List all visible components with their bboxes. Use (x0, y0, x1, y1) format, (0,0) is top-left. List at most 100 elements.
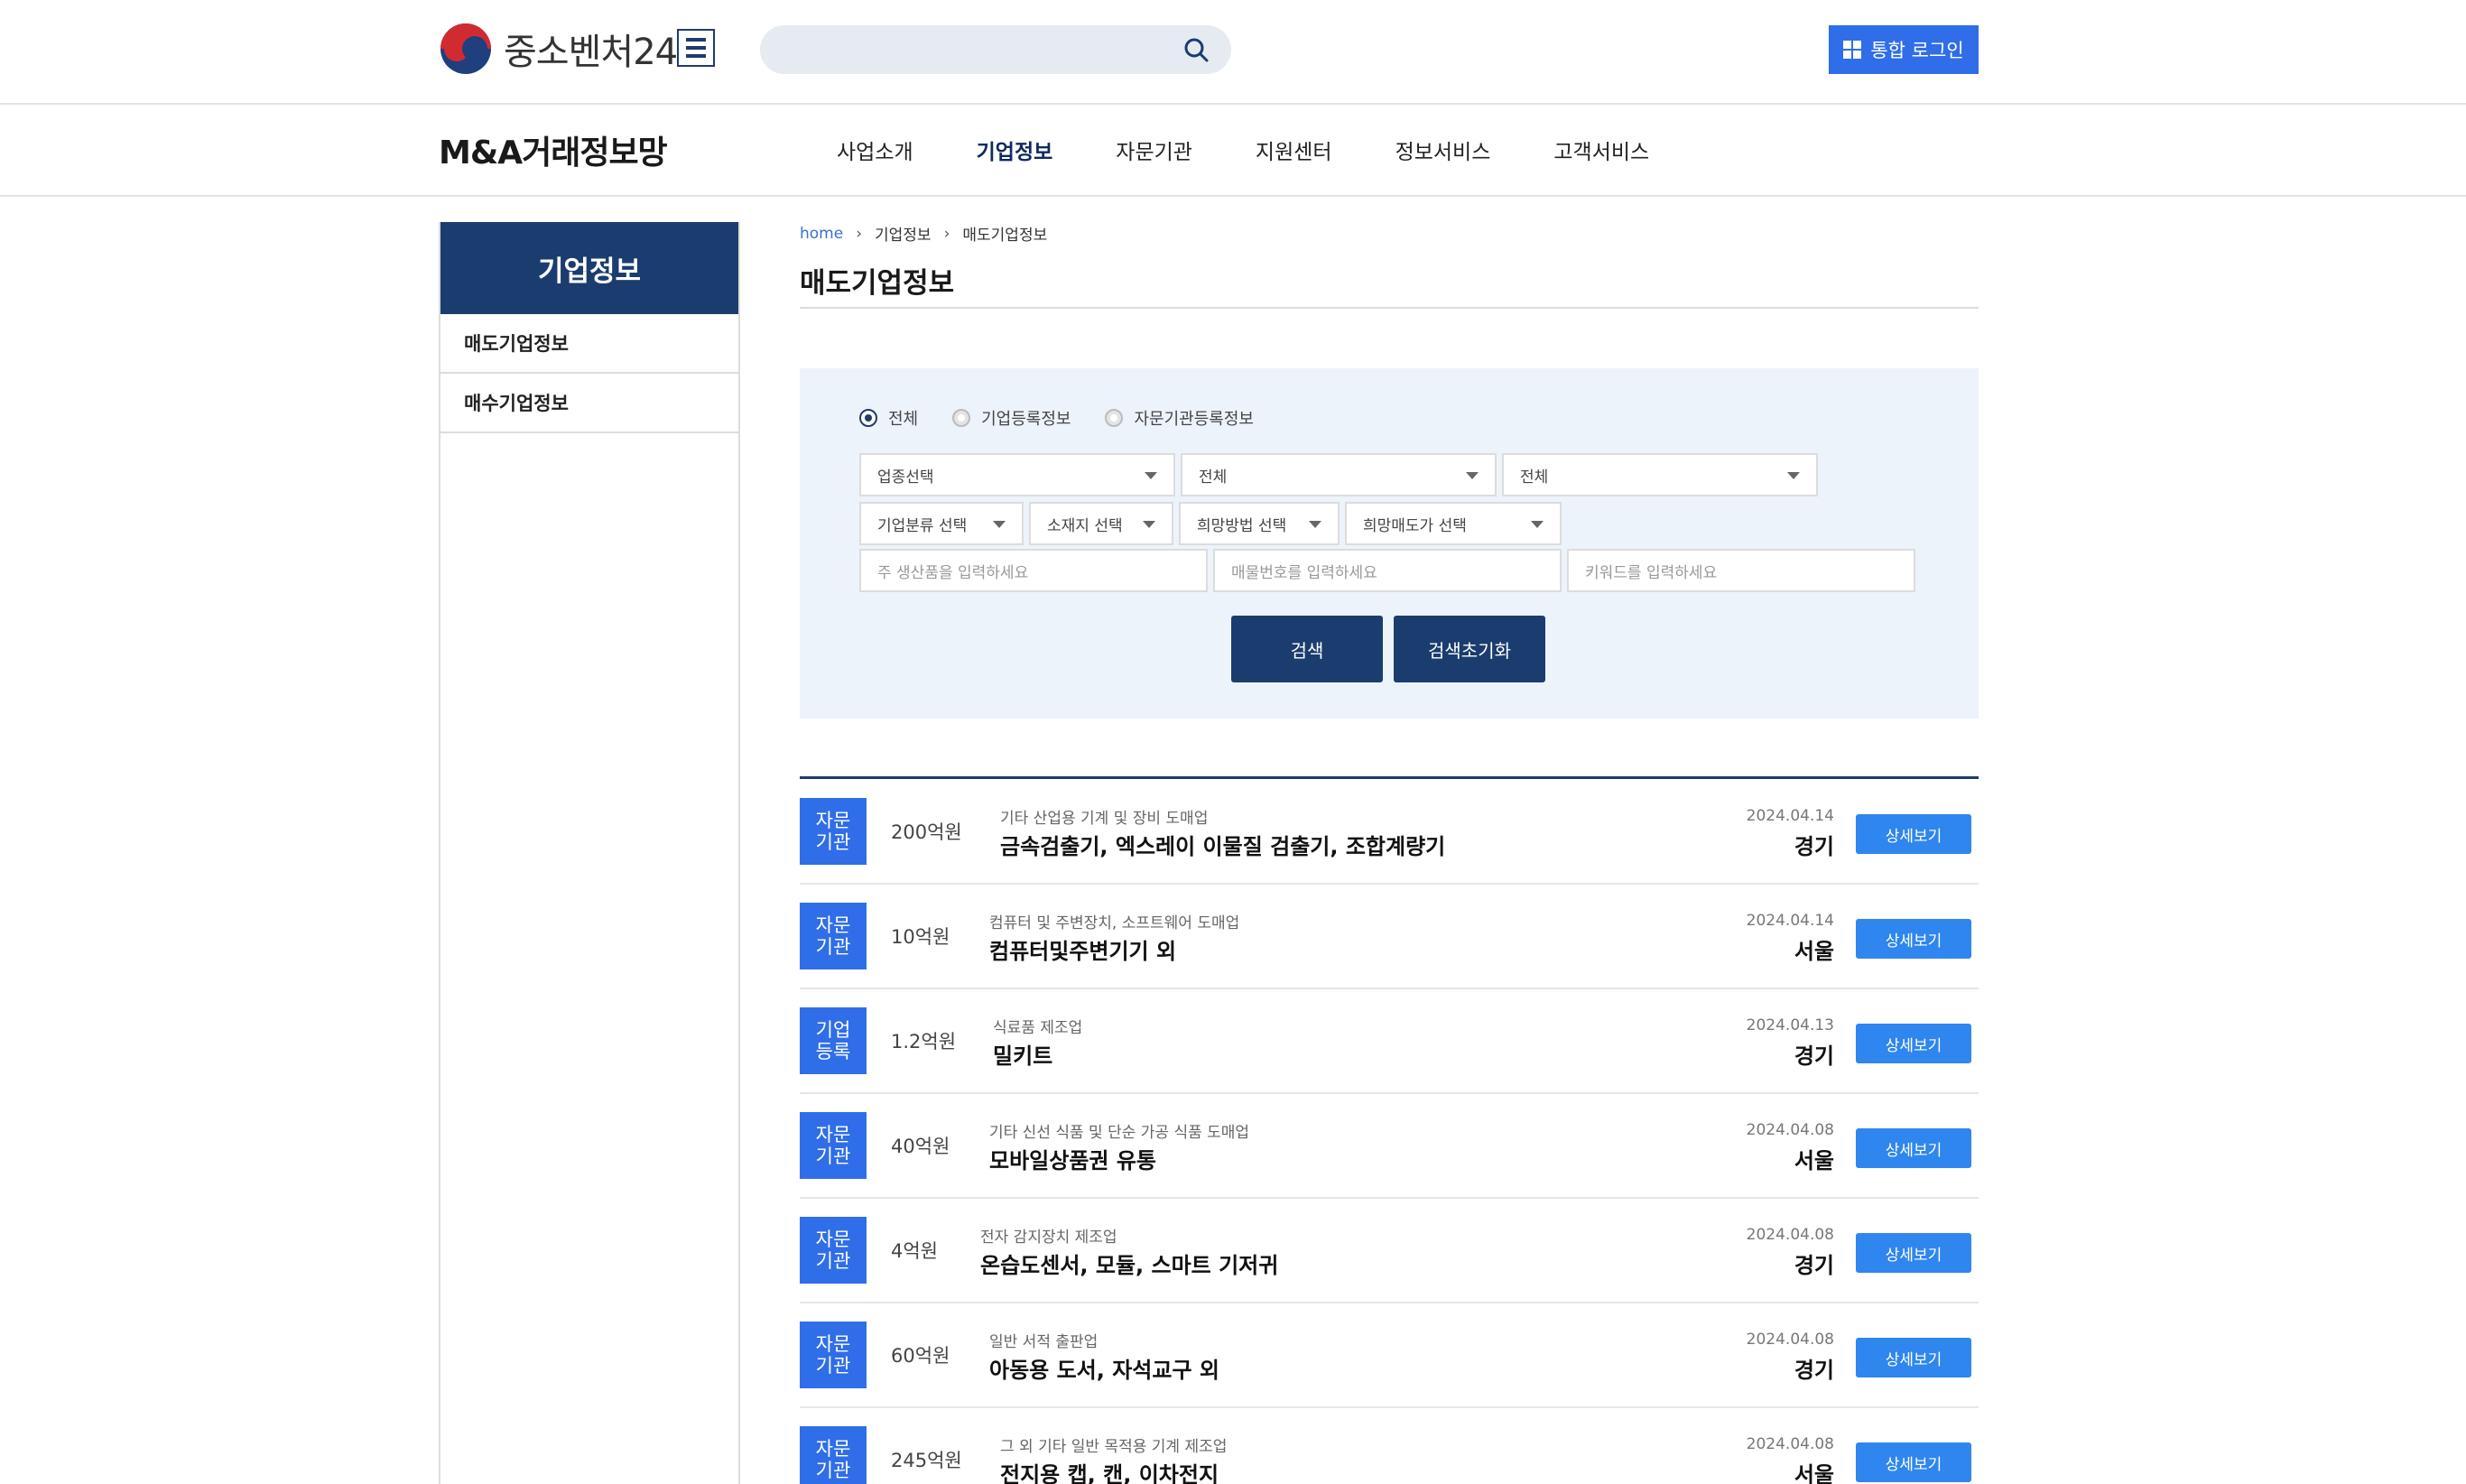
search-button[interactable]: 검색 (1231, 616, 1383, 682)
industry-select[interactable]: 업종선택 (859, 453, 1175, 496)
listing-row: 자문 기관 245억원 그 외 기타 일반 목적용 기계 제조업 전지용 캡, 캔, 이… (800, 1408, 1979, 1484)
nav-item[interactable]: 기업정보 (945, 134, 1085, 165)
select-value: 업종선택 (877, 468, 934, 487)
source-badge: 자문 기관 (800, 1426, 867, 1484)
industry-category: 그 외 기타 일반 목적용 기계 제조업 (1000, 1438, 1228, 1456)
taegeuk-logo-icon (440, 23, 491, 74)
listing-region: 경기 (1794, 1253, 1834, 1278)
listing-name[interactable]: 온습도센서, 모듈, 스마트 기저귀 (980, 1247, 1278, 1279)
site-title[interactable]: M&A거래정보망 (439, 126, 668, 173)
caret-down-icon (1309, 521, 1321, 528)
select-value: 전체 (1520, 468, 1549, 487)
radio-advisor-registered[interactable]: 자문기관등록정보 (1105, 406, 1254, 430)
source-badge: 기업 등록 (800, 1007, 867, 1074)
source-badge: 자문 기관 (800, 798, 867, 865)
asking-price: 10억원 (891, 926, 950, 948)
grid-icon (1843, 41, 1862, 59)
listing-name[interactable]: 아동용 도서, 자석교구 외 (989, 1352, 1219, 1384)
listing-row: 자문 기관 4억원 전자 감지장치 제조업 온습도센서, 모듈, 스마트 기저귀 2024… (800, 1199, 1979, 1303)
radio-all[interactable]: 전체 (859, 406, 918, 430)
listing-number-input[interactable]: 매물번호를 입력하세요 (1213, 549, 1562, 592)
caret-down-icon (1466, 472, 1479, 479)
site-logo[interactable]: 중소벤처24 (440, 22, 678, 76)
top-header: 중소벤처24 통합 로그인 (0, 0, 2466, 105)
badge-line: 등록 (815, 1041, 851, 1062)
listing-date: 2024.04.14 (1746, 912, 1834, 930)
source-badge: 자문 기관 (800, 1112, 867, 1179)
badge-line: 기관 (815, 1460, 851, 1481)
industry-detail-select[interactable]: 전체 (1502, 453, 1818, 496)
listing-name[interactable]: 모바일상품권 유통 (989, 1143, 1156, 1174)
industry-category: 전자 감지장치 제조업 (980, 1229, 1117, 1247)
radio-unchecked-icon[interactable] (952, 409, 971, 427)
list-divider (800, 776, 1979, 779)
location-select[interactable]: 소재지 선택 (1029, 502, 1173, 545)
badge-line: 자문 (815, 1333, 851, 1355)
select-value: 희망매도가 선택 (1363, 516, 1467, 535)
detail-view-button[interactable]: 상세보기 (1856, 1442, 1971, 1482)
reset-search-button[interactable]: 검색초기화 (1394, 616, 1545, 682)
breadcrumb-home[interactable]: home (800, 225, 843, 243)
radio-group: 전체 기업등록정보 자문기관등록정보 (859, 406, 1288, 430)
caret-down-icon (1143, 521, 1155, 528)
badge-line: 기관 (815, 1250, 851, 1272)
keyword-input[interactable]: 키워드를 입력하세요 (1567, 549, 1915, 592)
listing-region: 경기 (1794, 834, 1834, 859)
listing-name[interactable]: 금속검출기, 엑스레이 이물질 검출기, 조합계량기 (1000, 829, 1445, 860)
caret-down-icon (1787, 472, 1800, 479)
asking-price: 60억원 (891, 1345, 950, 1367)
search-filter-panel: 전체 기업등록정보 자문기관등록정보 업종선택 전체 전체 기업분류 선택 소재… (800, 368, 1979, 719)
search-icon[interactable] (1182, 36, 1210, 63)
detail-view-button[interactable]: 상세보기 (1856, 1233, 1971, 1273)
nav-item[interactable]: 고객서비스 (1522, 134, 1681, 165)
listing-date: 2024.04.08 (1746, 1435, 1834, 1453)
nav-item[interactable]: 자문기관 (1084, 134, 1224, 165)
source-badge: 자문 기관 (800, 1322, 867, 1388)
detail-view-button[interactable]: 상세보기 (1856, 1024, 1971, 1063)
main-nav: 사업소개 기업정보 자문기관 지원센터 정보서비스 고객서비스 (805, 105, 1681, 195)
badge-line: 기관 (815, 1355, 851, 1377)
listing-name[interactable]: 전지용 캡, 캔, 이차전지 (1000, 1457, 1219, 1484)
breadcrumb-item[interactable]: 기업정보 (875, 222, 932, 245)
select-value: 희망방법 선택 (1197, 516, 1287, 535)
asking-price: 4억원 (891, 1240, 939, 1262)
industry-category: 식료품 제조업 (993, 1019, 1083, 1037)
sidebar-item-sell[interactable]: 매도기업정보 (440, 314, 738, 374)
sidebar-heading: 기업정보 (440, 222, 738, 314)
search-input[interactable] (760, 25, 1231, 74)
detail-view-button[interactable]: 상세보기 (1856, 1338, 1971, 1377)
detail-view-button[interactable]: 상세보기 (1856, 919, 1971, 959)
listing-row: 자문 기관 10억원 컴퓨터 및 주변장치, 소프트웨어 도매업 컴퓨터및주변기기 외 2… (800, 885, 1979, 989)
listing-date: 2024.04.14 (1746, 807, 1834, 825)
listing-name[interactable]: 밀키트 (993, 1038, 1052, 1070)
listing-region: 서울 (1794, 939, 1834, 964)
badge-line: 기관 (815, 936, 851, 958)
badge-line: 자문 (815, 810, 851, 831)
breadcrumb-item[interactable]: 매도기업정보 (962, 222, 1047, 245)
hamburger-menu-button[interactable] (677, 29, 715, 67)
integrated-login-button[interactable]: 통합 로그인 (1829, 25, 1979, 74)
price-select[interactable]: 희망매도가 선택 (1345, 502, 1562, 545)
nav-item[interactable]: 사업소개 (805, 134, 945, 165)
main-navbar: M&A거래정보망 사업소개 기업정보 자문기관 지원센터 정보서비스 고객서비스 (0, 105, 2466, 197)
sidebar: 기업정보 매도기업정보 매수기업정보 (439, 222, 740, 1484)
industry-category: 기타 신선 식품 및 단순 가공 식품 도매업 (989, 1124, 1250, 1142)
industry-sub-select[interactable]: 전체 (1181, 453, 1497, 496)
listing-date: 2024.04.08 (1746, 1331, 1834, 1349)
product-input[interactable]: 주 생산품을 입력하세요 (859, 549, 1208, 592)
listing-region: 경기 (1794, 1043, 1834, 1069)
detail-view-button[interactable]: 상세보기 (1856, 814, 1971, 854)
nav-item[interactable]: 정보서비스 (1364, 134, 1523, 165)
sidebar-item-buy[interactable]: 매수기업정보 (440, 374, 738, 433)
radio-company-registered[interactable]: 기업등록정보 (952, 406, 1071, 430)
radio-unchecked-icon[interactable] (1105, 409, 1124, 427)
badge-line: 자문 (815, 914, 851, 936)
method-select[interactable]: 희망방법 선택 (1179, 502, 1340, 545)
select-value: 소재지 선택 (1047, 516, 1123, 535)
nav-item[interactable]: 지원센터 (1224, 134, 1364, 165)
listing-name[interactable]: 컴퓨터및주변기기 외 (989, 933, 1176, 965)
radio-checked-icon[interactable] (859, 409, 877, 427)
company-type-select[interactable]: 기업분류 선택 (859, 502, 1024, 545)
badge-line: 자문 (815, 1229, 851, 1250)
detail-view-button[interactable]: 상세보기 (1856, 1128, 1971, 1168)
